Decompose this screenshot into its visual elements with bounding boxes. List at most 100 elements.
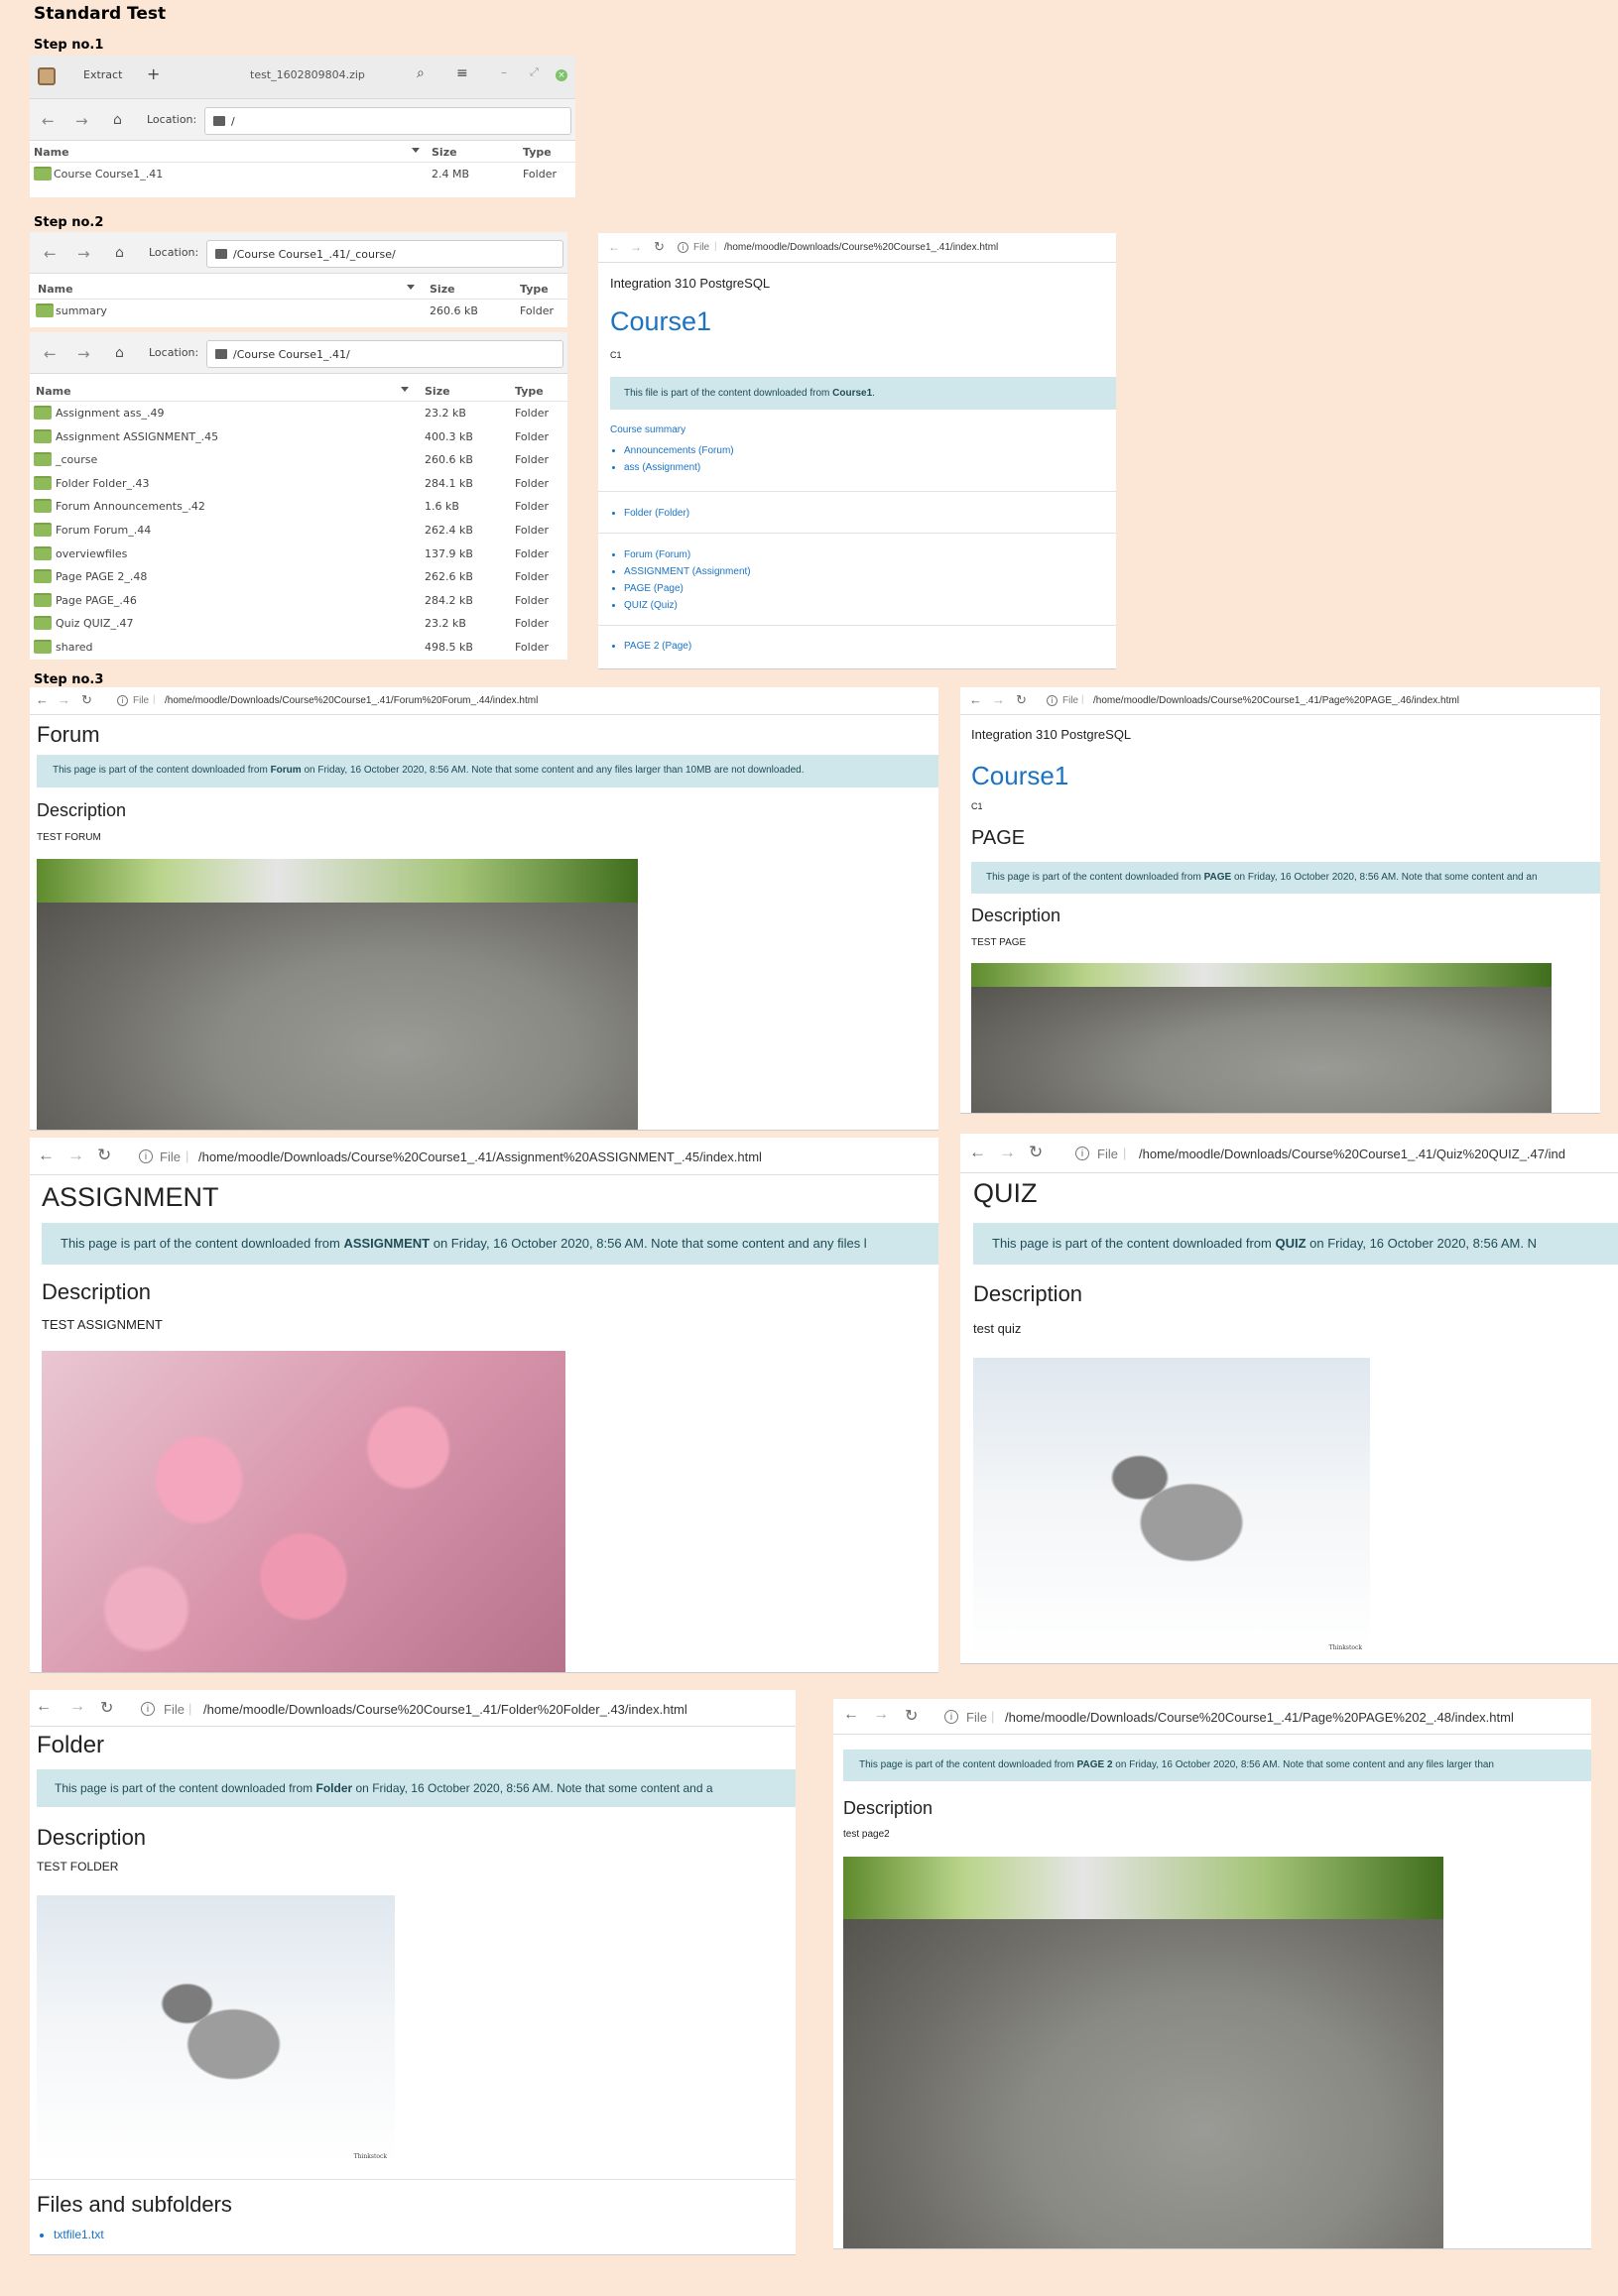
url-field[interactable]: /home/moodle/Downloads/Course%20Course1_… — [1005, 1710, 1514, 1725]
course-title[interactable]: Course1 — [610, 306, 711, 337]
url-field[interactable]: /home/moodle/Downloads/Course%20Course1_… — [724, 242, 998, 253]
activity-link[interactable]: Announcements (Forum) — [624, 442, 734, 459]
home-icon[interactable]: ⌂ — [113, 112, 122, 128]
file-link[interactable]: txtfile1.txt — [54, 2228, 104, 2241]
location-field[interactable]: /Course Course1_.41/ — [206, 340, 563, 368]
maximize-icon[interactable]: ⤢ — [530, 65, 539, 79]
type-column-header[interactable]: Type — [523, 146, 552, 159]
activity-link[interactable]: Forum (Forum) — [624, 546, 751, 563]
back-arrow-icon[interactable]: ← — [36, 692, 49, 707]
file-list-row[interactable]: Forum Announcements_.42 1.6 kB Folder — [30, 495, 567, 519]
archive-row[interactable]: Course Course1_.41 2.4 MB Folder — [30, 163, 575, 186]
home-icon[interactable]: ⌂ — [115, 345, 124, 361]
course-title[interactable]: Course1 — [971, 761, 1068, 791]
search-icon[interactable]: ⌕ — [417, 65, 425, 81]
back-arrow-icon[interactable]: ← — [36, 1698, 52, 1716]
back-arrow-icon[interactable]: ← — [969, 692, 982, 707]
reload-icon[interactable]: ↻ — [97, 1146, 111, 1165]
forward-arrow-icon[interactable]: → — [75, 112, 88, 130]
url-separator: | — [188, 1701, 192, 1716]
file-list-row[interactable]: Page PAGE_.46 284.2 kB Folder — [30, 589, 567, 613]
minimize-icon[interactable]: – — [501, 65, 507, 79]
file-list-row[interactable]: Quiz QUIZ_.47 23.2 kB Folder — [30, 612, 567, 636]
back-arrow-icon[interactable]: ← — [843, 1706, 859, 1724]
forward-arrow-icon[interactable]: → — [873, 1706, 889, 1724]
url-field[interactable]: /home/moodle/Downloads/Course%20Course1_… — [1093, 695, 1459, 706]
file-list-row[interactable]: Page PAGE 2_.48 262.6 kB Folder — [30, 565, 567, 589]
sort-chevron-icon[interactable] — [407, 285, 415, 290]
reload-icon[interactable]: ↻ — [1029, 1143, 1043, 1162]
forward-arrow-icon[interactable]: → — [69, 1698, 85, 1716]
download-notice: This page is part of the content downloa… — [973, 1223, 1618, 1265]
url-field[interactable]: /home/moodle/Downloads/Course%20Course1_… — [165, 695, 538, 706]
info-icon[interactable]: i — [139, 1149, 153, 1163]
back-arrow-icon[interactable]: ← — [42, 112, 55, 130]
archive-manager-window: Extract + test_1602809804.zip ⌕ ≡ – ⤢ × … — [30, 56, 575, 197]
file-list-row[interactable]: shared 498.5 kB Folder — [30, 636, 567, 660]
info-icon[interactable]: i — [944, 1710, 958, 1724]
url-field[interactable]: /home/moodle/Downloads/Course%20Course1_… — [1139, 1147, 1565, 1161]
sort-chevron-icon[interactable] — [401, 387, 409, 392]
back-arrow-icon[interactable]: ← — [608, 240, 620, 254]
info-icon[interactable]: i — [1047, 695, 1058, 706]
url-field[interactable]: /home/moodle/Downloads/Course%20Course1_… — [203, 1702, 687, 1717]
file-list-row[interactable]: overviewfiles 137.9 kB Folder — [30, 543, 567, 566]
type-column-header[interactable]: Type — [520, 283, 549, 296]
reload-icon[interactable]: ↻ — [654, 239, 665, 255]
file-scheme-label: File — [164, 1702, 185, 1717]
size-column-header[interactable]: Size — [430, 283, 455, 296]
activity-link[interactable]: QUIZ (Quiz) — [624, 597, 751, 614]
location-field[interactable]: / — [204, 107, 571, 135]
folder-icon — [34, 406, 52, 420]
size-column-header[interactable]: Size — [425, 385, 450, 398]
activity-link[interactable]: PAGE (Page) — [624, 580, 751, 597]
file-list-row[interactable]: _course 260.6 kB Folder — [30, 448, 567, 472]
back-arrow-icon[interactable]: ← — [44, 345, 57, 363]
back-arrow-icon[interactable]: ← — [38, 1146, 55, 1165]
forward-arrow-icon[interactable]: → — [58, 692, 70, 707]
info-icon[interactable]: i — [1075, 1147, 1089, 1160]
sort-chevron-icon[interactable] — [412, 148, 420, 153]
forward-arrow-icon[interactable]: → — [992, 692, 1005, 707]
course-summary-link[interactable]: Course summary — [610, 424, 685, 435]
activity-link[interactable]: ASSIGNMENT (Assignment) — [624, 563, 751, 580]
file-list-row[interactable]: Forum Forum_.44 262.4 kB Folder — [30, 519, 567, 543]
file-list-row[interactable]: Assignment ass_.49 23.2 kB Folder — [30, 402, 567, 425]
name-column-header[interactable]: Name — [36, 385, 71, 398]
reload-icon[interactable]: ↻ — [81, 692, 92, 708]
info-icon[interactable]: i — [678, 242, 688, 253]
info-icon[interactable]: i — [141, 1702, 155, 1716]
course-row[interactable]: summary 260.6 kB Folder — [30, 300, 567, 323]
name-column-header[interactable]: Name — [34, 146, 69, 159]
info-icon[interactable]: i — [117, 695, 128, 706]
file-list-row[interactable]: Assignment ASSIGNMENT_.45 400.3 kB Folder — [30, 425, 567, 449]
back-arrow-icon[interactable]: ← — [44, 245, 57, 263]
forward-arrow-icon[interactable]: → — [77, 245, 90, 263]
reload-icon[interactable]: ↻ — [1016, 692, 1027, 708]
activity-link[interactable]: Folder (Folder) — [624, 505, 689, 522]
size-column-header[interactable]: Size — [432, 146, 457, 159]
menu-icon[interactable]: ≡ — [456, 65, 468, 81]
reload-icon[interactable]: ↻ — [100, 1698, 113, 1718]
forward-arrow-icon[interactable]: → — [67, 1146, 84, 1165]
section-1-list: Folder (Folder) — [624, 505, 689, 522]
back-arrow-icon[interactable]: ← — [969, 1143, 986, 1162]
activity-link[interactable]: ass (Assignment) — [624, 459, 734, 476]
file-list-row[interactable]: Folder Folder_.43 284.1 kB Folder — [30, 472, 567, 496]
url-field[interactable]: /home/moodle/Downloads/Course%20Course1_… — [198, 1149, 762, 1164]
forward-arrow-icon[interactable]: → — [999, 1143, 1016, 1162]
location-field[interactable]: /Course Course1_.41/_course/ — [206, 240, 563, 268]
close-icon[interactable]: × — [556, 69, 567, 81]
forward-arrow-icon[interactable]: → — [77, 345, 90, 363]
archive-toolbar: Extract + test_1602809804.zip ⌕ ≡ – ⤢ × — [30, 56, 575, 99]
home-icon[interactable]: ⌂ — [115, 245, 124, 261]
forward-arrow-icon[interactable]: → — [630, 240, 642, 254]
add-button[interactable]: + — [147, 64, 160, 83]
extract-button[interactable]: Extract — [83, 68, 122, 81]
activity-link[interactable]: PAGE 2 (Page) — [624, 638, 691, 655]
name-column-header[interactable]: Name — [38, 283, 73, 296]
description-heading: Description — [37, 800, 127, 820]
type-column-header[interactable]: Type — [515, 385, 544, 398]
folder-icon — [215, 349, 227, 359]
reload-icon[interactable]: ↻ — [905, 1706, 918, 1726]
